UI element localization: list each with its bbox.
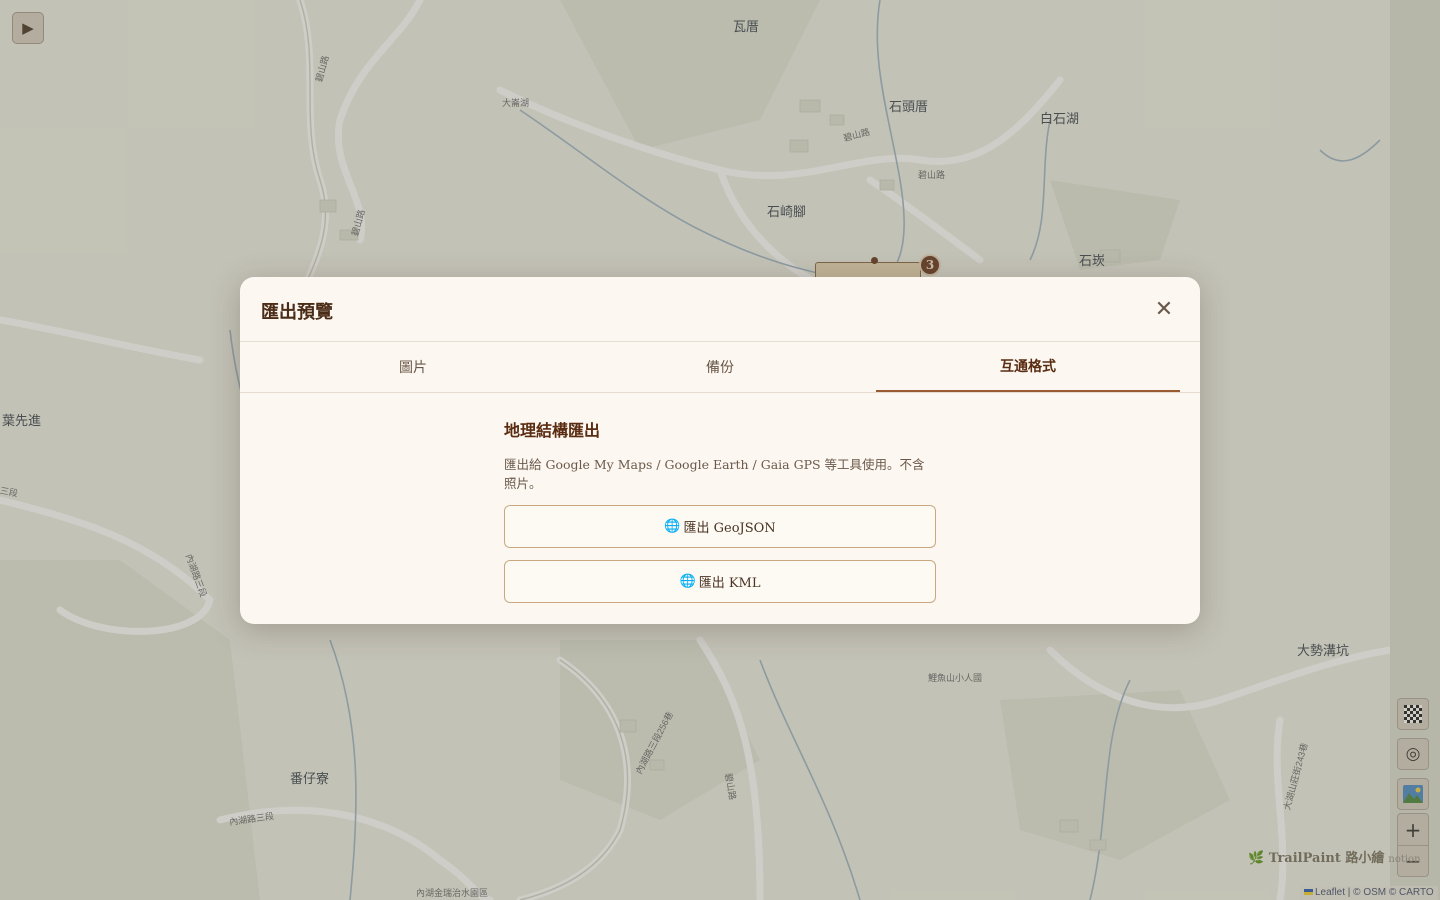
close-icon: ✕ [1154, 296, 1174, 322]
dialog-title: 匯出預覽 [261, 302, 333, 323]
section-title: 地理結構匯出 [504, 421, 601, 440]
globe-icon: 🌐 [664, 519, 681, 534]
tab-backup[interactable]: 備份 [567, 342, 873, 391]
tab-image[interactable]: 圖片 [260, 342, 566, 391]
close-button[interactable]: ✕ [1150, 295, 1178, 323]
export-kml-button[interactable]: 🌐 匯出 KML [504, 560, 936, 603]
export-tabs: 圖片 備份 互通格式 [240, 342, 1200, 392]
button-label: 匯出 KML [698, 576, 761, 591]
export-preview-dialog: 匯出預覽 ✕ 圖片 備份 互通格式 地理結構匯出 匯出給 Google My M… [240, 277, 1200, 624]
section-description: 匯出給 Google My Maps / Google Earth / Gaia… [504, 457, 925, 491]
button-label: 匯出 GeoJSON [683, 521, 776, 536]
globe-icon: 🌐 [679, 574, 696, 589]
export-geojson-button[interactable]: 🌐 匯出 GeoJSON [504, 505, 936, 548]
divider [240, 392, 1200, 393]
geo-export-section: 地理結構匯出 匯出給 Google My Maps / Google Earth… [504, 417, 936, 615]
tab-interop[interactable]: 互通格式 [876, 342, 1180, 392]
